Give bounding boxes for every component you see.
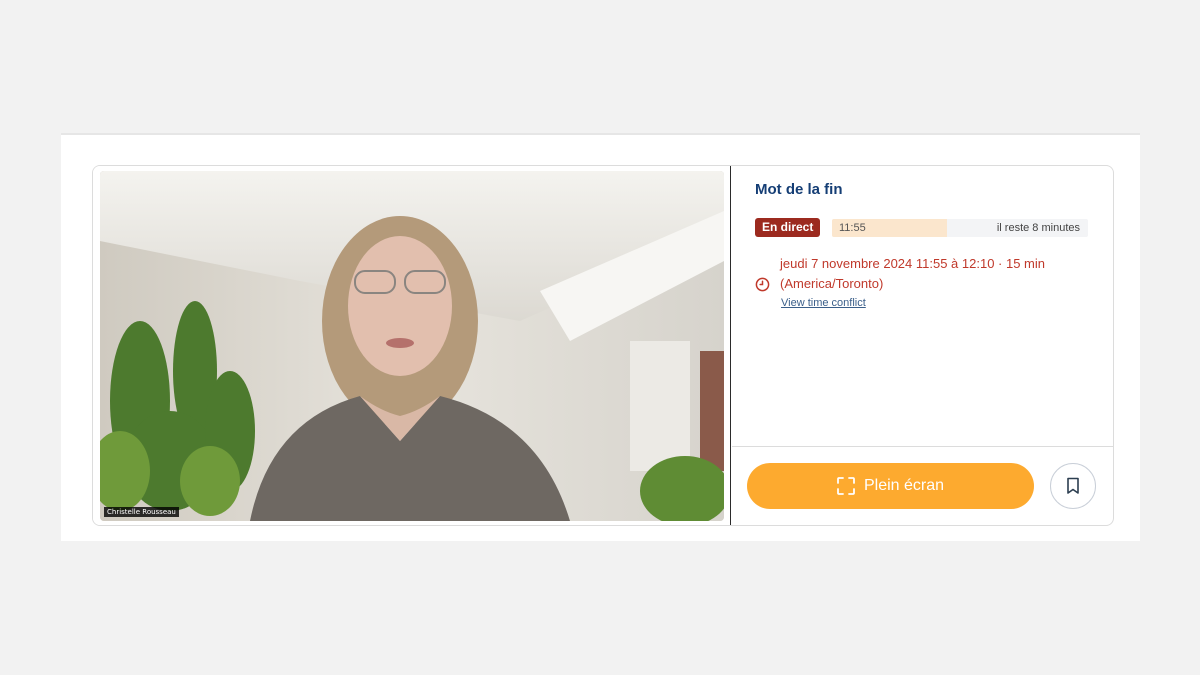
video-player[interactable]: Christelle Rousseau [100, 171, 724, 521]
session-title: Mot de la fin [755, 181, 843, 198]
schedule-timezone: (America/Toronto) [780, 276, 884, 291]
schedule-datetime: jeudi 7 novembre 2024 11:55 à 12:10 · 15… [780, 256, 1045, 271]
clock-icon [755, 277, 770, 292]
action-bar: Plein écran [732, 446, 1113, 525]
video-pane: Christelle Rousseau [93, 166, 731, 525]
live-badge: En direct [755, 218, 821, 237]
progress-remaining-text: il reste 8 minutes [996, 222, 1080, 234]
fullscreen-icon [837, 477, 855, 495]
page-card: Christelle Rousseau Mot de la fin En dir… [61, 133, 1140, 541]
speaker-name-tag: Christelle Rousseau [104, 507, 179, 517]
progress-start-time: 11:55 [839, 222, 866, 234]
session-info-pane: Mot de la fin En direct 11:55 il reste 8… [732, 166, 1113, 525]
schedule-text: jeudi 7 novembre 2024 11:55 à 12:10 · 15… [780, 254, 1100, 294]
status-row: En direct 11:55 il reste 8 minutes [755, 218, 1089, 238]
fullscreen-button-label: Plein écran [863, 477, 945, 494]
video-frame-image [100, 171, 724, 521]
bookmark-button[interactable] [1050, 463, 1096, 509]
fullscreen-button[interactable]: Plein écran [747, 463, 1034, 509]
session-progress-bar: 11:55 il reste 8 minutes [832, 219, 1088, 237]
bookmark-icon [1067, 477, 1079, 494]
view-time-conflict-link[interactable]: View time conflict [781, 297, 866, 309]
session-card: Christelle Rousseau Mot de la fin En dir… [92, 165, 1114, 526]
